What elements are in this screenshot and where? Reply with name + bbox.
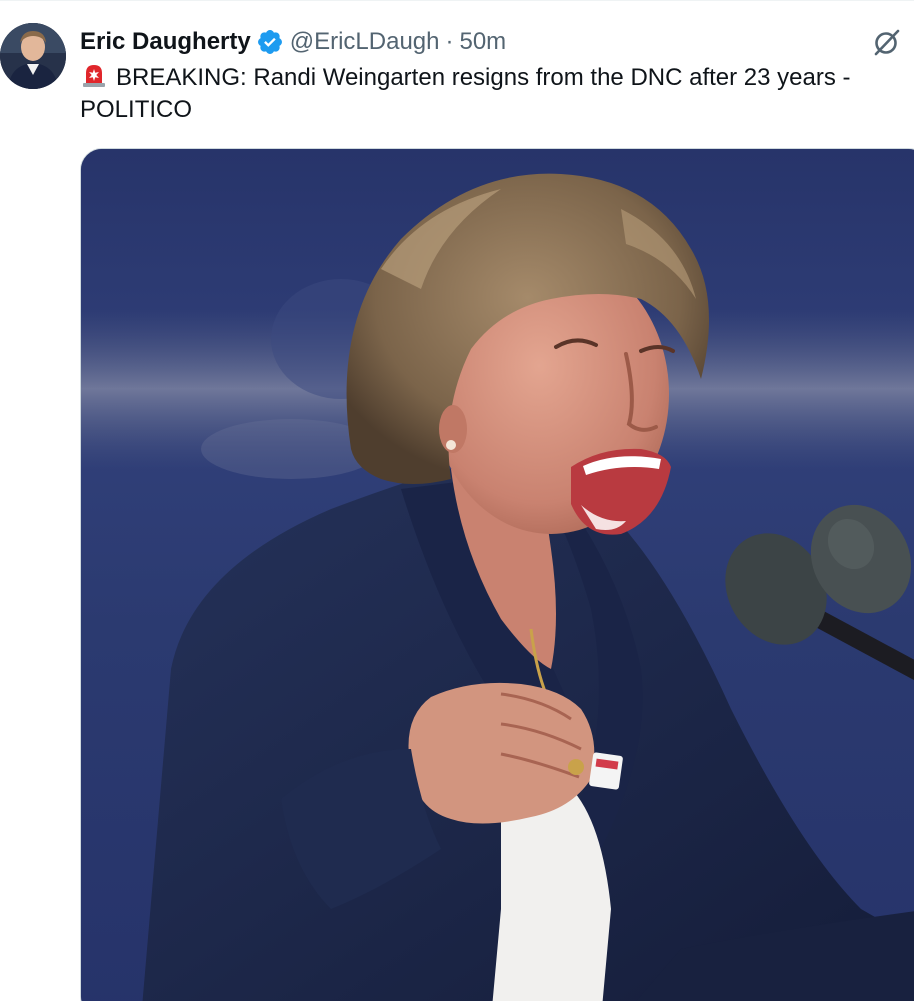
tweet-header: Eric Daugherty @EricLDaugh · 50m <box>80 23 914 61</box>
grok-icon[interactable] <box>872 27 902 57</box>
police-light-emoji <box>80 61 108 89</box>
avatar-image <box>0 23 66 89</box>
photo-woman-speaking-at-podium <box>81 149 914 1001</box>
timestamp[interactable]: 50m <box>459 23 506 61</box>
tweet-photo[interactable] <box>80 148 914 1001</box>
verified-badge-icon[interactable] <box>256 28 284 56</box>
avatar[interactable] <box>0 23 66 89</box>
author-handle[interactable]: @EricLDaugh <box>290 23 440 61</box>
tweet-text: BREAKING: Randi Weingarten resigns from … <box>80 61 905 126</box>
separator-dot: · <box>445 28 454 55</box>
tweet-text-body: BREAKING: Randi Weingarten resigns from … <box>80 64 851 123</box>
author-name[interactable]: Eric Daugherty <box>80 23 251 61</box>
tweet[interactable]: Eric Daugherty @EricLDaugh · 50m BREAKIN… <box>0 0 914 1001</box>
